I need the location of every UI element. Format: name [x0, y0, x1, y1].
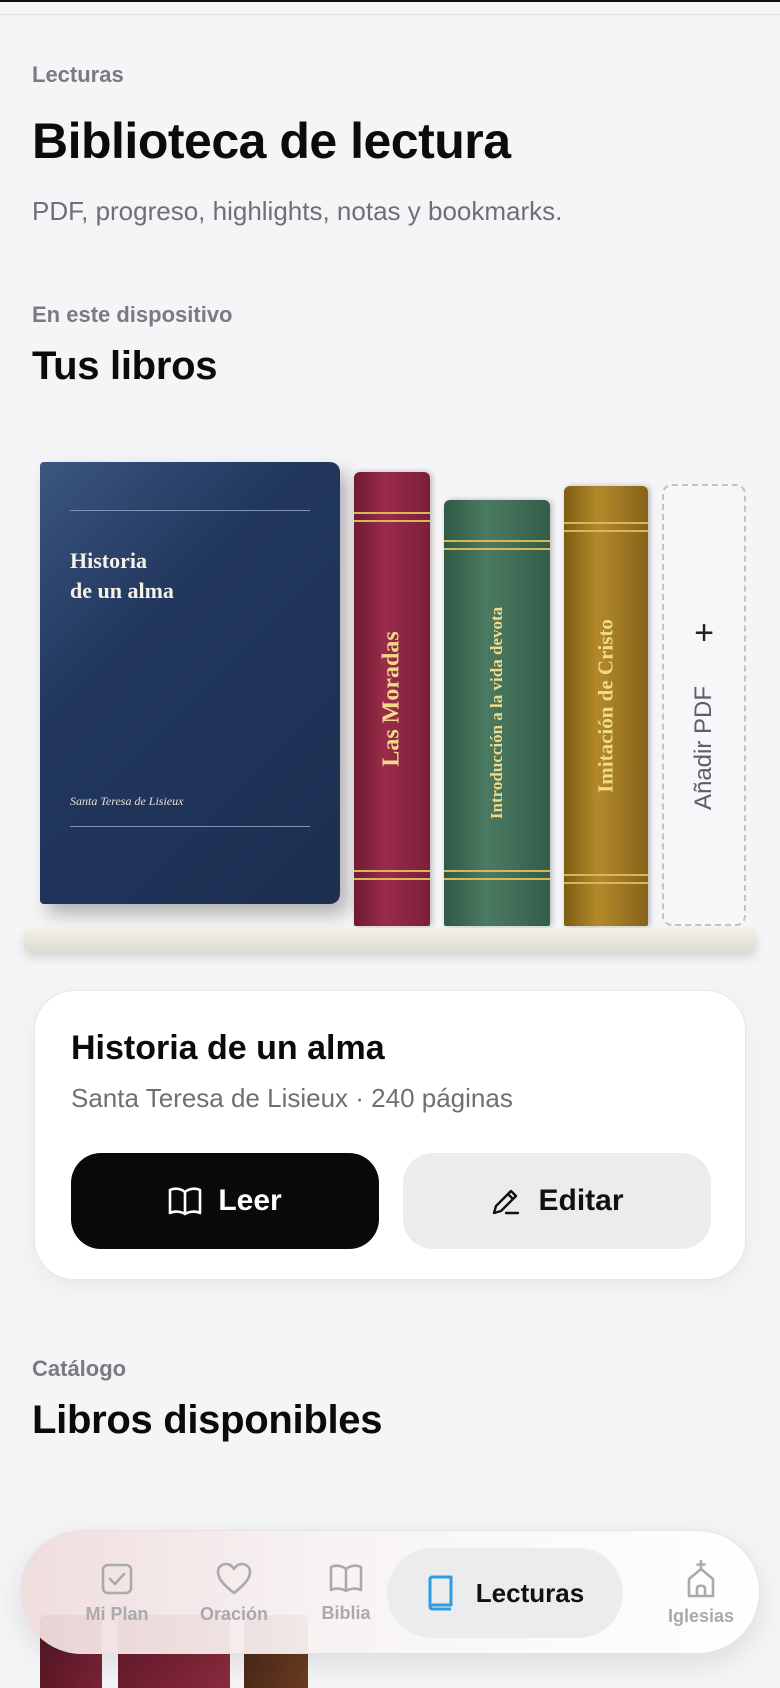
bottom-tab-bar: Mi Plan Oración Biblia Lecturas Iglesias — [20, 1530, 760, 1654]
book-spine-las-moradas[interactable]: Las Moradas — [354, 472, 430, 926]
edit-label: Editar — [538, 1184, 624, 1217]
header-divider — [0, 14, 780, 15]
tab-biblia[interactable]: Biblia — [291, 1531, 401, 1655]
book-detail-card: Historia de un alma Santa Teresa de Lisi… — [34, 990, 746, 1280]
cover-author: Santa Teresa de Lisieux — [70, 794, 184, 808]
tab-label: Oración — [199, 1603, 269, 1624]
catalog-title: Libros disponibles — [32, 1398, 383, 1442]
spine-label: Las Moradas — [378, 631, 405, 767]
pencil-icon — [493, 1189, 520, 1215]
tab-label: Iglesias — [667, 1605, 735, 1626]
page-title: Biblioteca de lectura — [32, 113, 511, 169]
checkbox-icon — [101, 1563, 133, 1594]
book-spine-imitacion[interactable]: Imitación de Cristo — [564, 486, 648, 926]
read-button[interactable]: Leer — [71, 1153, 379, 1249]
plus-icon: + — [694, 614, 714, 652]
my-books-eyebrow: En este dispositivo — [32, 302, 233, 327]
tab-lecturas[interactable]: Lecturas — [387, 1548, 623, 1638]
tab-oracion[interactable]: Oración — [171, 1531, 297, 1655]
read-label: Leer — [218, 1184, 282, 1217]
tab-mi-plan[interactable]: Mi Plan — [57, 1531, 177, 1655]
book-meta: Santa Teresa de Lisieux · 240 páginas — [71, 1083, 513, 1113]
spine-label: Imitación de Cristo — [593, 619, 618, 793]
spine-label: Introducción a la vida devota — [487, 606, 506, 820]
open-book-icon — [169, 1187, 202, 1216]
top-edge — [0, 0, 780, 2]
tab-iglesias[interactable]: Iglesias — [641, 1531, 761, 1655]
featured-book-cover[interactable]: Historia de un alma Santa Teresa de Lisi… — [40, 462, 340, 904]
tab-label: Lecturas — [475, 1577, 585, 1608]
section-eyebrow: Lecturas — [32, 62, 124, 87]
book-title: Historia de un alma — [71, 1029, 385, 1067]
catalog-eyebrow: Catálogo — [32, 1356, 127, 1381]
book-spine-introduccion[interactable]: Introducción a la vida devota — [444, 500, 550, 926]
add-pdf-button[interactable]: + Añadir PDF — [662, 484, 746, 926]
page-subtitle: PDF, progreso, highlights, notas y bookm… — [32, 196, 563, 226]
my-books-title: Tus libros — [32, 344, 218, 388]
book-icon — [428, 1575, 453, 1611]
heart-icon — [216, 1562, 252, 1594]
cover-rule-bottom — [70, 826, 310, 827]
church-icon — [687, 1559, 715, 1597]
add-pdf-label: Añadir PDF — [690, 685, 717, 811]
tab-label: Mi Plan — [85, 1603, 149, 1624]
open-book-icon — [329, 1563, 363, 1592]
tab-label: Biblia — [321, 1602, 371, 1623]
edit-button[interactable]: Editar — [403, 1153, 711, 1249]
cover-title: Historia de un alma — [70, 548, 174, 603]
cover-rule-top — [70, 510, 310, 511]
bookshelf — [24, 928, 756, 952]
